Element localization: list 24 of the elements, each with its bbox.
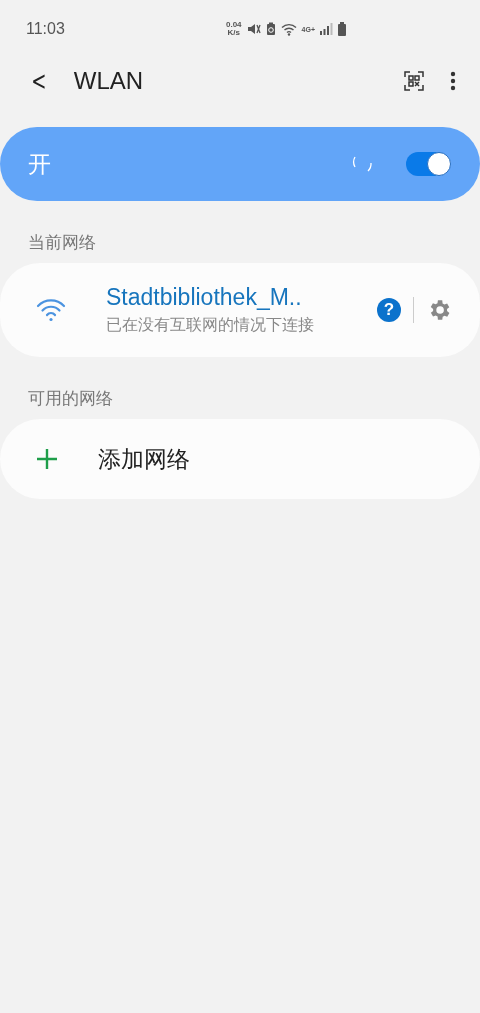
wifi-icon [280, 22, 297, 36]
back-button[interactable]: < [31, 66, 47, 96]
add-network-label: 添加网络 [98, 444, 190, 474]
switch-label: 开 [28, 149, 51, 179]
section-header: 可用的网络 [27, 388, 114, 410]
page-title: WLAN [73, 67, 144, 95]
section-header: 当前网络 [27, 232, 97, 254]
battery-icon [338, 22, 346, 36]
help-button[interactable]: ? [377, 298, 401, 322]
more-options-icon[interactable] [450, 71, 456, 91]
network-speed: 0.04 K/s [226, 21, 242, 37]
signal-icon [320, 23, 333, 35]
status-time: 11:03 [26, 20, 65, 38]
wlan-toggle[interactable] [406, 152, 450, 176]
network-item[interactable]: Stadtbibliothek_M.. 已在没有互联网的情况下连接 ? [0, 263, 480, 357]
battery-saver-icon [265, 22, 276, 36]
network-name: Stadtbibliothek_M.. [106, 284, 303, 311]
add-network-item[interactable]: 添加网络 [0, 419, 480, 499]
mute-icon [246, 22, 261, 36]
network-status: 已在没有互联网的情况下连接 [106, 315, 314, 335]
plus-icon [36, 448, 58, 470]
wifi-icon [36, 298, 66, 322]
qr-code-icon[interactable] [404, 71, 424, 91]
wlan-switch-bar[interactable]: 开 [0, 127, 480, 201]
